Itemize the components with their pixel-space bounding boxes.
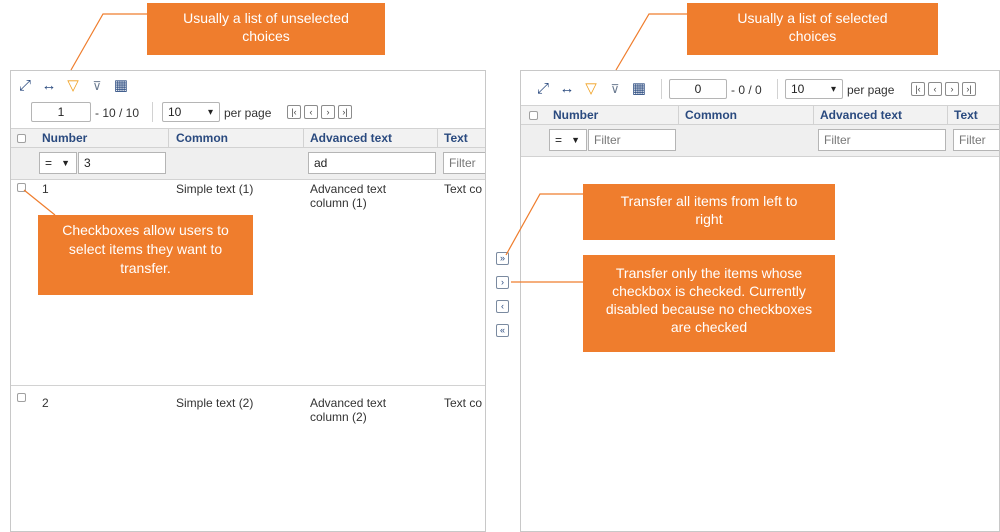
filter-icon[interactable]: ▽ xyxy=(583,81,599,97)
header-divider xyxy=(303,129,304,147)
number-filter-input[interactable]: 3 xyxy=(78,152,166,174)
operator-value: = xyxy=(555,133,563,147)
select-all-checkbox[interactable] xyxy=(17,134,26,143)
select-all-checkbox[interactable] xyxy=(529,111,538,120)
page-number-value: 1 xyxy=(57,105,65,119)
next-page-button[interactable]: › xyxy=(321,105,335,119)
prev-page-button[interactable]: ‹ xyxy=(928,82,942,96)
row-common: Simple text (1) xyxy=(176,182,254,196)
left-header-row: Number Common Advanced text Text xyxy=(11,128,485,148)
fit-width-icon[interactable]: ↔ xyxy=(559,81,575,97)
header-divider xyxy=(168,129,169,147)
row-text: Text co xyxy=(444,182,483,196)
chevron-down-icon: ▾ xyxy=(207,106,213,118)
callout-unselected-list: Usually a list of unselected choices xyxy=(147,3,385,55)
left-list-panel: ⤢ ↔ ▽ ⊽ ▦ 1 - 10 / 10 10 ▾ per page |‹ ‹… xyxy=(10,70,486,532)
page-range-text: - 0 / 0 xyxy=(731,83,762,97)
advanced-filter-placeholder: Filter xyxy=(824,133,851,147)
clear-filter-icon[interactable]: ⊽ xyxy=(607,81,623,97)
callout-transfer-all: Transfer all items from left to right xyxy=(583,184,835,240)
advanced-filter-value: ad xyxy=(314,156,328,170)
column-header-number[interactable]: Number xyxy=(553,106,598,124)
page-size-select[interactable]: 10 ▾ xyxy=(785,79,843,99)
column-header-common[interactable]: Common xyxy=(685,106,737,124)
row-divider xyxy=(11,385,485,386)
advanced-text-filter-input[interactable]: Filter xyxy=(818,129,946,151)
page-range-text: - 10 / 10 xyxy=(95,106,140,120)
operator-value: = xyxy=(45,156,53,170)
page-number-input[interactable]: 0 xyxy=(669,79,727,99)
row-text: Text co xyxy=(444,396,483,410)
transfer-checked-left-button[interactable]: ‹ xyxy=(496,300,509,313)
expand-icon[interactable]: ⤢ xyxy=(535,81,551,97)
text-filter-input[interactable]: Filter xyxy=(953,129,999,151)
prev-page-button[interactable]: ‹ xyxy=(304,105,318,119)
row-checkbox[interactable] xyxy=(17,393,26,402)
last-page-button[interactable]: ›| xyxy=(338,105,352,119)
text-filter-placeholder: Filter xyxy=(449,156,476,170)
column-header-common[interactable]: Common xyxy=(176,129,228,147)
pager-divider xyxy=(777,79,778,99)
text-filter-input[interactable]: Filter xyxy=(443,152,485,174)
callout-transfer-checked: Transfer only the items whose checkbox i… xyxy=(583,255,835,352)
page-size-select[interactable]: 10 ▾ xyxy=(162,102,220,122)
row-common: Simple text (2) xyxy=(176,396,254,410)
row-advanced-line-2: column (1) xyxy=(310,196,367,210)
pager-divider xyxy=(152,102,153,122)
per-page-label: per page xyxy=(224,106,272,120)
operator-select[interactable]: = ▼ xyxy=(39,152,77,174)
fit-width-icon[interactable]: ↔ xyxy=(41,78,57,94)
left-filter-row: = ▼ 3 ad Filter xyxy=(11,148,485,180)
number-filter-input[interactable]: Filter xyxy=(588,129,676,151)
advanced-text-filter-input[interactable]: ad xyxy=(308,152,436,174)
expand-icon[interactable]: ⤢ xyxy=(17,78,33,94)
header-divider xyxy=(813,106,814,124)
first-page-button[interactable]: |‹ xyxy=(911,82,925,96)
column-header-advanced-text[interactable]: Advanced text xyxy=(820,106,902,124)
chevron-down-icon: ▾ xyxy=(830,83,836,95)
right-toolbar: ⤢ ↔ ▽ ⊽ ▦ xyxy=(535,81,647,97)
row-number: 2 xyxy=(42,396,49,410)
column-header-number[interactable]: Number xyxy=(42,129,87,147)
table-row: 2 Simple text (2) Advanced text column (… xyxy=(11,389,485,529)
row-advanced-line-1: Advanced text xyxy=(310,182,387,196)
number-filter-placeholder: Filter xyxy=(594,133,621,147)
operator-select[interactable]: = ▼ xyxy=(549,129,587,151)
column-header-text[interactable]: Text xyxy=(954,106,978,124)
column-header-advanced-text[interactable]: Advanced text xyxy=(310,129,392,147)
right-header-row: Number Common Advanced text Text xyxy=(521,105,999,125)
row-advanced-line-2: column (2) xyxy=(310,410,367,424)
table-grid-icon[interactable]: ▦ xyxy=(113,78,129,94)
text-filter-placeholder: Filter xyxy=(959,133,986,147)
transfer-checked-right-button[interactable]: › xyxy=(496,276,509,289)
chevron-down-icon: ▼ xyxy=(61,158,70,168)
page-number-value: 0 xyxy=(694,82,702,96)
transfer-all-left-button[interactable]: « xyxy=(496,324,509,337)
page-number-input[interactable]: 1 xyxy=(31,102,91,122)
per-page-label: per page xyxy=(847,83,895,97)
page-size-value: 10 xyxy=(168,105,182,119)
callout-selected-list: Usually a list of selected choices xyxy=(687,3,938,55)
last-page-button[interactable]: ›| xyxy=(962,82,976,96)
header-divider xyxy=(437,129,438,147)
right-filter-row: = ▼ Filter Filter Filter xyxy=(521,125,999,157)
transfer-all-right-button[interactable]: » xyxy=(496,252,509,265)
callout-checkboxes: Checkboxes allow users to select items t… xyxy=(38,215,253,295)
header-divider xyxy=(678,106,679,124)
first-page-button[interactable]: |‹ xyxy=(287,105,301,119)
header-divider xyxy=(947,106,948,124)
number-filter-value: 3 xyxy=(84,156,91,170)
left-toolbar: ⤢ ↔ ▽ ⊽ ▦ xyxy=(17,78,129,94)
next-page-button[interactable]: › xyxy=(945,82,959,96)
row-checkbox[interactable] xyxy=(17,183,26,192)
chevron-down-icon: ▼ xyxy=(571,135,580,145)
column-header-text[interactable]: Text xyxy=(444,129,468,147)
filter-icon[interactable]: ▽ xyxy=(65,78,81,94)
page-size-value: 10 xyxy=(791,82,805,96)
row-number: 1 xyxy=(42,182,49,196)
table-grid-icon[interactable]: ▦ xyxy=(631,81,647,97)
row-advanced-line-1: Advanced text xyxy=(310,396,387,410)
clear-filter-icon[interactable]: ⊽ xyxy=(89,78,105,94)
toolbar-divider xyxy=(661,79,662,99)
